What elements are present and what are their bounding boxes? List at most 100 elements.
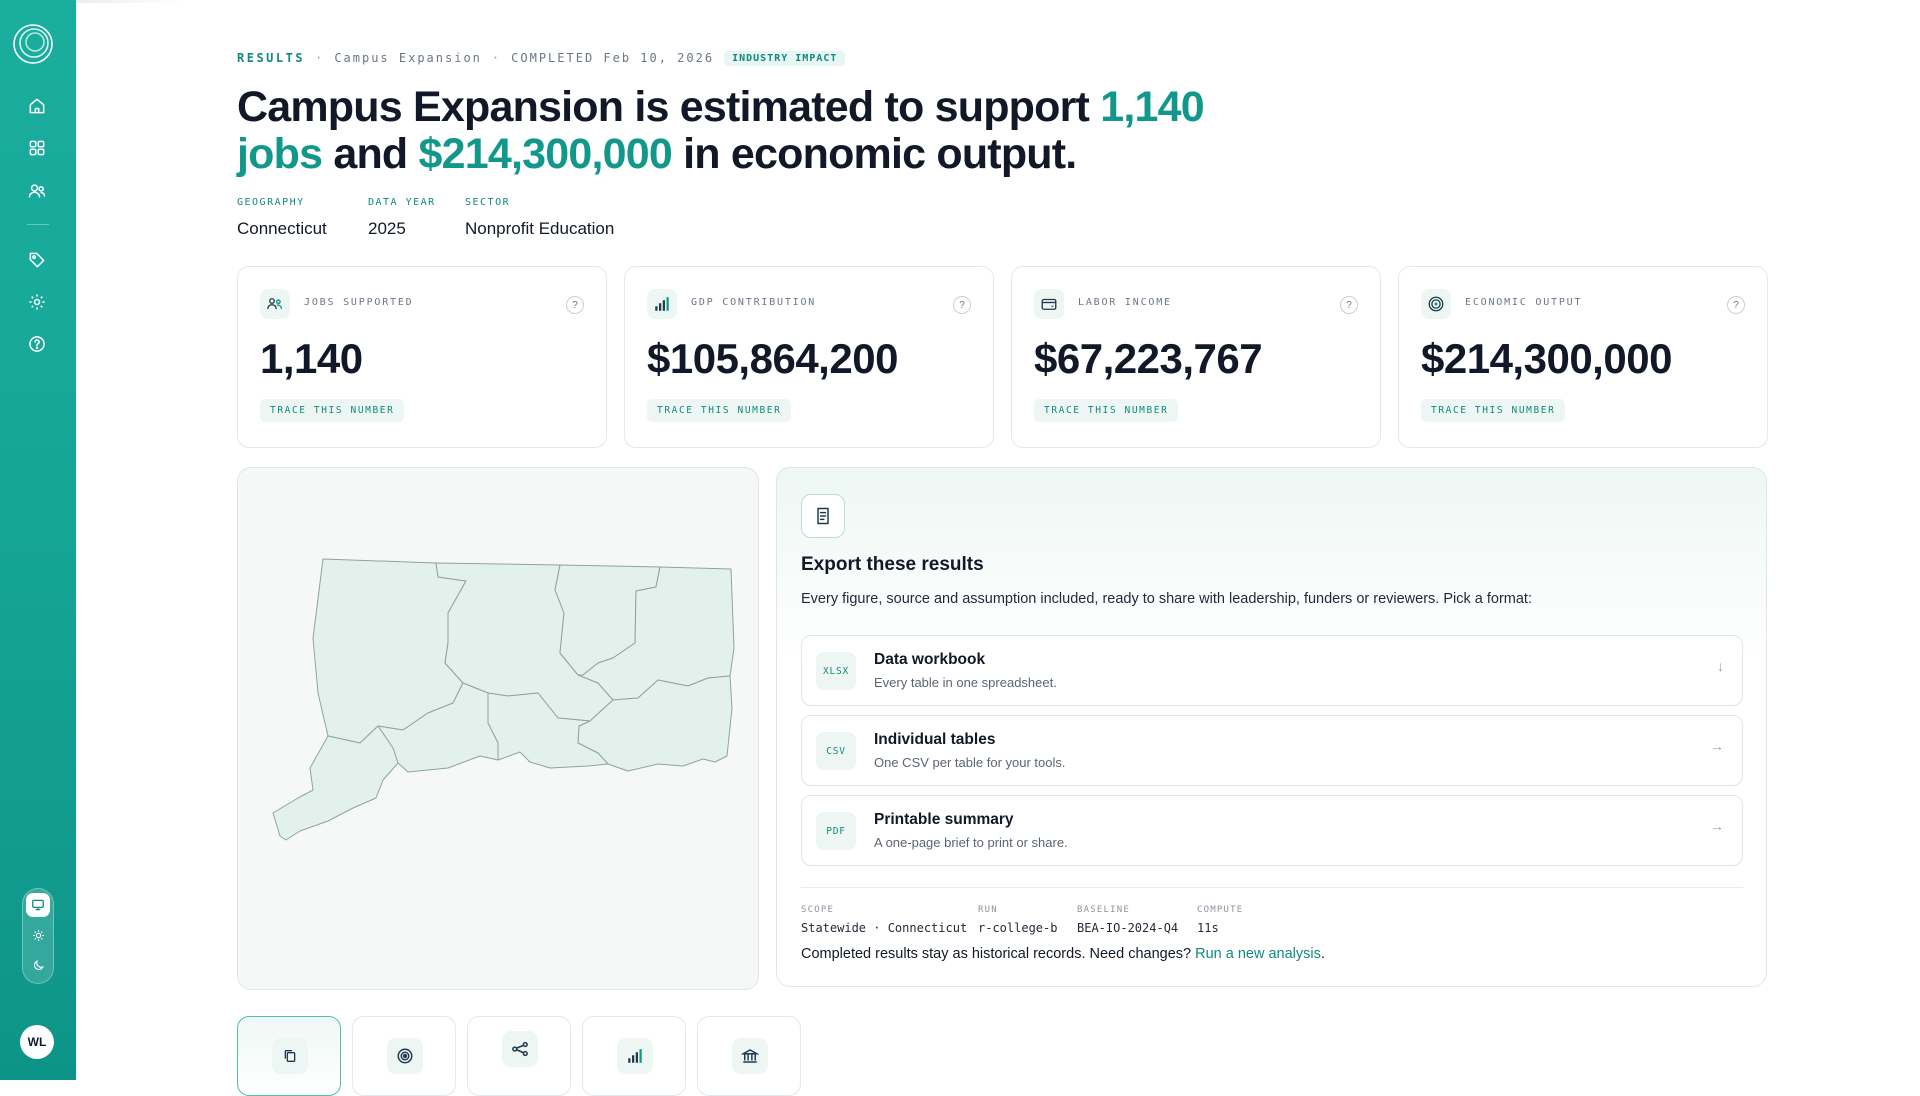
option-title: Printable summary: [874, 811, 1014, 828]
bar-chart-icon: [617, 1038, 653, 1074]
target-icon: [387, 1038, 423, 1074]
meta-value: Nonprofit Education: [465, 219, 615, 238]
meta-key: SCOPE: [801, 905, 835, 915]
export-csv-option[interactable]: CSV Individual tables One CSV per table …: [801, 715, 1743, 786]
help-icon[interactable]: ?: [1727, 296, 1745, 314]
help-icon[interactable]: ?: [1340, 296, 1358, 314]
theme-switcher: [22, 888, 54, 984]
trace-number-button[interactable]: TRACE THIS NUMBER: [647, 399, 792, 422]
option-subtitle: Every table in one spreadsheet.: [874, 675, 1057, 690]
stat-label: LABOR INCOME: [1078, 297, 1172, 308]
format-badge: PDF: [816, 812, 856, 850]
format-badge: XLSX: [816, 652, 856, 690]
users-icon: [260, 289, 290, 319]
meta-value: BEA-IO-2024-Q4: [1077, 921, 1179, 935]
nav-help-icon[interactable]: [25, 332, 49, 356]
arrow-right-icon: →: [1710, 818, 1724, 834]
stat-card-gdp: GDP CONTRIBUTION ? $105,864,200 TRACE TH…: [624, 266, 994, 448]
option-subtitle: One CSV per table for your tools.: [874, 755, 1066, 770]
county-fairfield[interactable]: [272, 725, 399, 841]
meta-sector: SECTOR Nonprofit Education: [465, 197, 614, 239]
nav-settings-gear-icon[interactable]: [25, 290, 49, 314]
meta-value: Statewide · Connecticut: [801, 921, 968, 935]
nav-users-icon[interactable]: [25, 179, 49, 203]
theme-system-monitor-icon[interactable]: [26, 893, 50, 917]
meta-label: GEOGRAPHY: [237, 197, 305, 208]
meta-value: r-college-b: [978, 921, 1058, 935]
nav-dashboard-icon[interactable]: [25, 136, 49, 160]
format-badge: CSV: [816, 732, 856, 770]
meta-value: Connecticut: [237, 219, 327, 238]
theme-light-sun-icon[interactable]: [26, 923, 50, 947]
breadcrumb-separator: ·: [315, 51, 325, 65]
divider: [801, 887, 1743, 888]
tab-institutions[interactable]: [697, 1016, 801, 1096]
nav-separator: [27, 224, 49, 225]
target-icon: [1421, 289, 1451, 319]
help-icon[interactable]: ?: [566, 296, 584, 314]
arrow-right-icon: →: [1710, 738, 1724, 754]
wallet-icon: [1034, 289, 1064, 319]
export-title: Export these results: [801, 554, 984, 575]
tab-network[interactable]: [467, 1016, 571, 1096]
export-pdf-option[interactable]: PDF Printable summary A one-page brief t…: [801, 795, 1743, 866]
meta-run: RUN r-college-b: [978, 905, 1057, 935]
trace-number-button[interactable]: TRACE THIS NUMBER: [260, 399, 405, 422]
top-edge-shadow: [76, 0, 186, 3]
connecticut-county-map: [272, 558, 735, 841]
meta-key: BASELINE: [1077, 905, 1130, 915]
option-title: Individual tables: [874, 731, 996, 748]
user-avatar[interactable]: WL: [20, 1025, 54, 1059]
trace-number-button[interactable]: TRACE THIS NUMBER: [1034, 399, 1179, 422]
trace-number-button[interactable]: TRACE THIS NUMBER: [1421, 399, 1566, 422]
sidebar: WL: [0, 0, 76, 1080]
run-new-analysis-link[interactable]: Run a new analysis: [1195, 946, 1321, 962]
breadcrumb-project[interactable]: Campus Expansion: [334, 51, 482, 65]
export-xlsx-option[interactable]: XLSX Data workbook Every table in one sp…: [801, 635, 1743, 706]
breadcrumb-status: COMPLETED Feb 10, 2026: [511, 51, 715, 65]
network-icon: [502, 1031, 538, 1067]
stat-card-labor-income: LABOR INCOME ? $67,223,767 TRACE THIS NU…: [1011, 266, 1381, 448]
theme-dark-moon-icon[interactable]: [26, 953, 50, 977]
headline-output: $214,300,000: [418, 130, 673, 178]
geography-map: [237, 467, 759, 990]
nav-home-icon[interactable]: [25, 94, 49, 118]
meta-key: RUN: [978, 905, 998, 915]
headline-text: Campus Expansion is estimated to support: [237, 83, 1101, 131]
stat-label: JOBS SUPPORTED: [304, 297, 414, 308]
analysis-type-badge: INDUSTRY IMPACT: [724, 50, 846, 66]
breadcrumb-separator: ·: [491, 51, 502, 65]
document-icon: [801, 494, 845, 538]
stat-label: GDP CONTRIBUTION: [691, 297, 817, 308]
bank-icon: [732, 1038, 768, 1074]
option-title: Data workbook: [874, 651, 986, 668]
stat-value: 1,140: [260, 335, 363, 382]
stat-card-jobs: JOBS SUPPORTED ? 1,140 TRACE THIS NUMBER: [237, 266, 607, 448]
note-text: Completed results stay as historical rec…: [801, 946, 1196, 962]
meta-scope: SCOPE Statewide · Connecticut: [801, 905, 967, 935]
headline-text: in economic output.: [672, 130, 1077, 178]
copy-icon: [272, 1038, 308, 1074]
page-title: Campus Expansion is estimated to support…: [237, 84, 1257, 178]
tab-summary[interactable]: [237, 1016, 341, 1096]
stat-value: $214,300,000: [1421, 335, 1672, 382]
stat-value: $105,864,200: [647, 335, 898, 382]
app-logo-icon[interactable]: [11, 22, 55, 66]
stat-value: $67,223,767: [1034, 335, 1263, 382]
meta-value: 2025: [368, 219, 406, 238]
tab-impact[interactable]: [352, 1016, 456, 1096]
meta-label: DATA YEAR: [368, 197, 436, 208]
nav-tag-icon[interactable]: [25, 248, 49, 272]
meta-baseline: BASELINE BEA-IO-2024-Q4: [1077, 905, 1178, 935]
stat-label: ECONOMIC OUTPUT: [1465, 297, 1583, 308]
help-icon[interactable]: ?: [953, 296, 971, 314]
breadcrumb-section[interactable]: RESULTS: [237, 51, 305, 65]
headline-text: and: [322, 130, 419, 178]
meta-compute: COMPUTE 11s: [1197, 905, 1243, 935]
meta-data-year: DATA YEAR 2025: [368, 197, 436, 239]
download-arrow-icon: ↓: [1717, 658, 1724, 674]
meta-geography: GEOGRAPHY Connecticut: [237, 197, 327, 239]
meta-key: COMPUTE: [1197, 905, 1244, 915]
tab-metrics[interactable]: [582, 1016, 686, 1096]
option-subtitle: A one-page brief to print or share.: [874, 835, 1068, 850]
